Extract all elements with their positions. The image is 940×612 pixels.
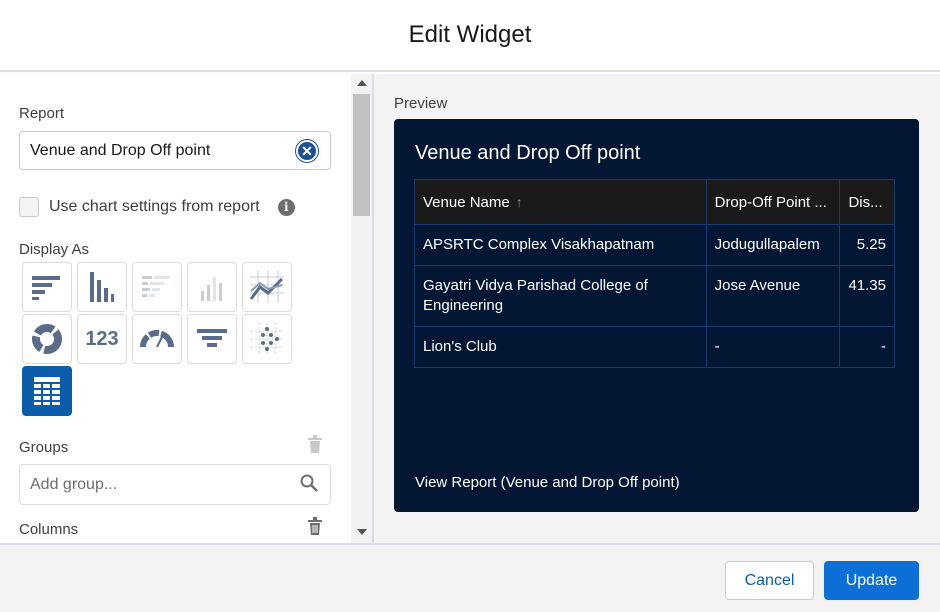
preview-card: Venue and Drop Off point Venue Name ↑ Dro… xyxy=(394,119,919,512)
scroll-up-arrow-icon[interactable] xyxy=(357,80,367,86)
metric-icon: 123 xyxy=(85,327,119,350)
horizontal-bar-chart-option[interactable] xyxy=(22,262,72,312)
use-chart-settings-row: Use chart settings from report i xyxy=(19,197,295,217)
groups-trash-icon[interactable] xyxy=(307,435,323,458)
gauge-chart-option[interactable] xyxy=(132,314,182,364)
venue-name-cell: Gayatri Vidya Parishad College of Engine… xyxy=(414,265,707,327)
scatter-chart-icon xyxy=(251,323,283,355)
left-panel: Report Venue and Drop Off point ✕ Use ch… xyxy=(0,74,351,543)
horizontal-bar-chart-icon xyxy=(32,276,60,300)
venue-name-cell: APSRTC Complex Visakhapatnam xyxy=(414,224,707,266)
table-row: Gayatri Vidya Parishad College of Engine… xyxy=(414,265,895,327)
table-row: Lion's Club - - xyxy=(414,326,895,368)
dialog-header: Edit Widget xyxy=(0,0,940,72)
report-input[interactable]: Venue and Drop Off point ✕ xyxy=(19,131,331,170)
cancel-button[interactable]: Cancel xyxy=(725,561,814,600)
info-icon[interactable]: i xyxy=(277,198,295,216)
report-value: Venue and Drop Off point xyxy=(30,141,211,159)
use-chart-settings-label: Use chart settings from report xyxy=(49,198,260,215)
funnel-chart-icon xyxy=(197,329,227,347)
display-as-label: Display As xyxy=(19,241,90,258)
stacked-horizontal-bar-chart-option[interactable] xyxy=(132,262,182,312)
distance-cell: - xyxy=(839,326,895,368)
metric-option[interactable]: 123 xyxy=(77,314,127,364)
table-icon xyxy=(34,377,60,405)
column-header-venue-name[interactable]: Venue Name ↑ xyxy=(414,179,707,225)
venue-name-cell: Lion's Club xyxy=(414,326,707,368)
stacked-vertical-bar-chart-option[interactable] xyxy=(187,262,237,312)
donut-chart-option[interactable] xyxy=(22,314,72,364)
drop-off-point-cell: Jodugullapalem xyxy=(705,224,841,266)
columns-label: Columns xyxy=(19,521,79,538)
use-chart-settings-checkbox[interactable] xyxy=(19,197,39,217)
groups-label: Groups xyxy=(19,439,69,456)
dialog-footer: Cancel Update xyxy=(0,543,940,612)
line-chart-option[interactable] xyxy=(242,262,292,312)
column-header-drop-off-point[interactable]: Drop-Off Point ... xyxy=(705,179,841,225)
dialog-title: Edit Widget xyxy=(408,21,532,48)
preview-label: Preview xyxy=(394,95,448,112)
add-group-input[interactable]: Add group... xyxy=(19,464,331,505)
add-group-placeholder: Add group... xyxy=(30,475,118,493)
vertical-bar-chart-option[interactable] xyxy=(77,262,127,312)
scroll-down-arrow-icon[interactable] xyxy=(357,529,367,535)
funnel-chart-option[interactable] xyxy=(187,314,237,364)
drop-off-point-cell: Jose Avenue xyxy=(705,265,841,327)
distance-cell: 5.25 xyxy=(839,224,895,266)
columns-trash-icon[interactable] xyxy=(307,517,323,540)
preview-table: Venue Name ↑ Drop-Off Point ... Dis... AP… xyxy=(414,179,895,368)
gauge-chart-icon xyxy=(140,330,174,348)
column-header-distance[interactable]: Dis... xyxy=(839,179,895,225)
line-chart-icon xyxy=(250,271,284,303)
scatter-chart-option[interactable] xyxy=(242,314,292,364)
left-panel-scrollbar[interactable] xyxy=(351,74,372,543)
distance-cell: 41.35 xyxy=(839,265,895,327)
table-option[interactable] xyxy=(22,366,72,416)
vertical-bar-chart-icon xyxy=(90,272,114,302)
preview-card-title: Venue and Drop Off point xyxy=(415,142,641,164)
stacked-vertical-bar-chart-icon xyxy=(201,277,222,301)
stacked-horizontal-bar-chart-icon xyxy=(142,276,170,297)
drop-off-point-cell: - xyxy=(705,326,841,368)
preview-panel: Preview Venue and Drop Off point Venue N… xyxy=(374,74,940,543)
scroll-thumb[interactable] xyxy=(353,94,370,216)
report-label: Report xyxy=(19,105,65,122)
search-icon[interactable] xyxy=(300,474,318,497)
view-report-link[interactable]: View Report (Venue and Drop Off point) xyxy=(415,474,680,491)
table-header-row: Venue Name ↑ Drop-Off Point ... Dis... xyxy=(414,179,895,225)
sort-ascending-icon: ↑ xyxy=(515,193,523,210)
table-row: APSRTC Complex Visakhapatnam Jodugullapa… xyxy=(414,224,895,266)
clear-icon[interactable]: ✕ xyxy=(296,140,318,162)
update-button[interactable]: Update xyxy=(824,561,919,600)
donut-chart-icon xyxy=(32,324,62,354)
